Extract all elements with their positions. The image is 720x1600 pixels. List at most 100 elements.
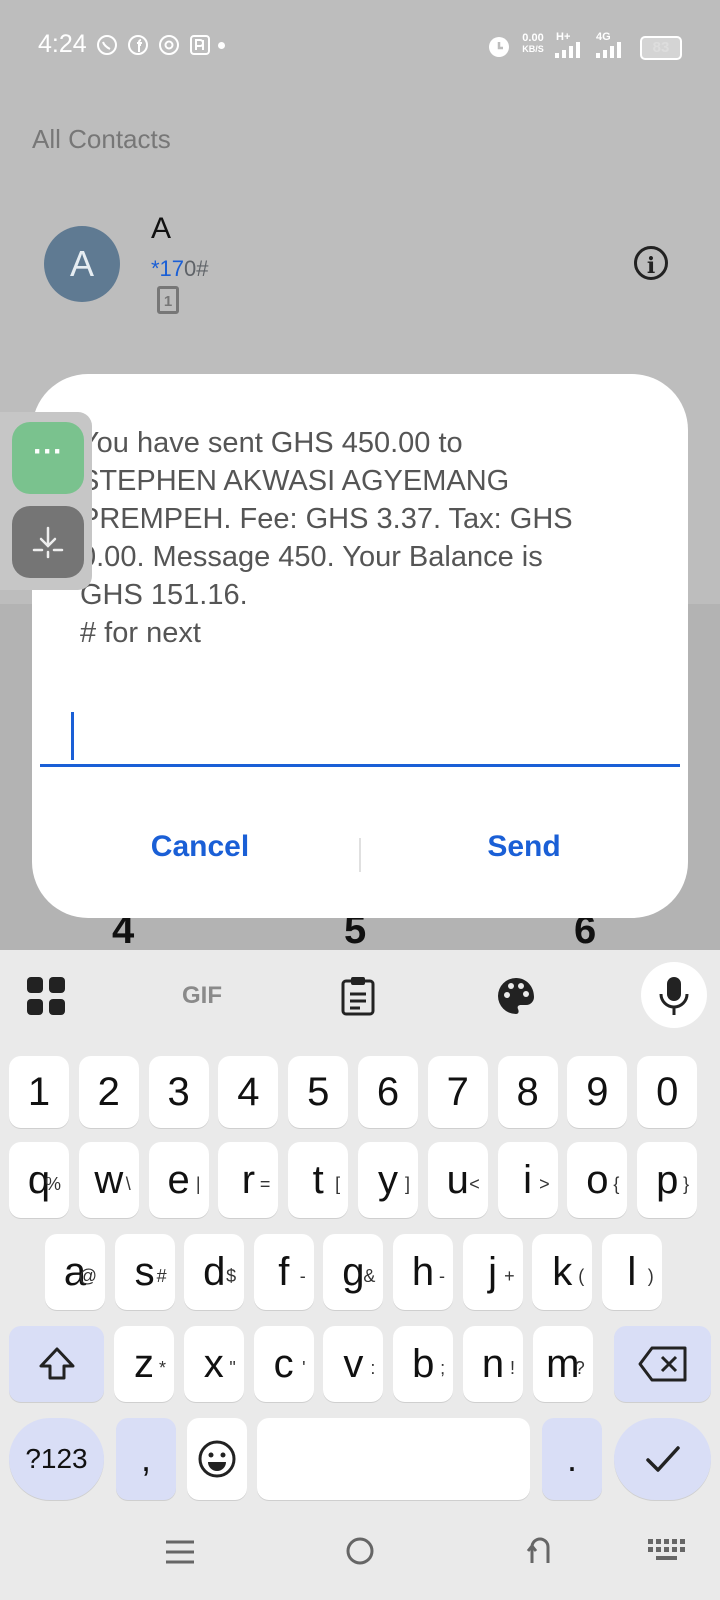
period-key[interactable]: . bbox=[542, 1418, 602, 1500]
key-t-alt-label: [ bbox=[335, 1174, 341, 1194]
key-e[interactable]: e | bbox=[148, 1142, 209, 1218]
key-w-alt-label: \ bbox=[125, 1174, 131, 1194]
enter-key[interactable] bbox=[614, 1418, 711, 1500]
key-f[interactable]: f- bbox=[253, 1234, 314, 1310]
key-i-alt-label: > bbox=[539, 1174, 550, 1194]
key-j-alt-label: + bbox=[504, 1266, 515, 1286]
keyboard-hide-icon[interactable] bbox=[636, 1534, 696, 1576]
contact-number[interactable]: *170# bbox=[151, 256, 209, 282]
apps-grid-icon[interactable] bbox=[26, 968, 66, 1024]
key-w[interactable]: w \ bbox=[78, 1142, 139, 1218]
key-7-label: 7 bbox=[446, 1070, 469, 1114]
home-circle-icon[interactable] bbox=[330, 1534, 390, 1576]
key-r-alt-label: = bbox=[259, 1174, 271, 1194]
key-b[interactable]: b; bbox=[393, 1326, 454, 1402]
ussd-reply-input[interactable] bbox=[40, 700, 684, 766]
key-z-alt-label: * bbox=[158, 1358, 166, 1378]
info-icon[interactable]: i bbox=[634, 246, 668, 280]
key-w-label: w bbox=[94, 1158, 124, 1202]
key-h-label: h bbox=[411, 1250, 435, 1294]
palette-icon[interactable] bbox=[496, 968, 536, 1024]
contact-name[interactable]: A bbox=[151, 212, 171, 246]
key-9[interactable]: 9 bbox=[567, 1056, 628, 1128]
key-t[interactable]: t[ bbox=[288, 1142, 349, 1218]
comma-key[interactable]: , bbox=[116, 1418, 176, 1500]
text-cursor bbox=[71, 712, 74, 760]
key-1[interactable]: 1 bbox=[9, 1056, 69, 1128]
recents-menu-icon[interactable] bbox=[150, 1534, 210, 1576]
key-8[interactable]: 8 bbox=[497, 1056, 558, 1128]
send-button[interactable]: Send bbox=[450, 830, 598, 880]
symbols-key[interactable]: ?123 bbox=[9, 1418, 104, 1500]
key-q[interactable]: q% bbox=[9, 1142, 69, 1218]
signal-icon-1 bbox=[555, 42, 583, 63]
sparkle-download-icon[interactable] bbox=[12, 506, 84, 578]
key-4[interactable]: 4 bbox=[218, 1056, 279, 1128]
key-4-label: 4 bbox=[237, 1070, 260, 1114]
key-5-label: 5 bbox=[307, 1070, 330, 1114]
key-j-label: j bbox=[488, 1250, 498, 1294]
sim-icon: 1 bbox=[157, 286, 179, 314]
key-e-alt-label: | bbox=[195, 1174, 201, 1194]
key-3[interactable]: 3 bbox=[148, 1056, 209, 1128]
contact-avatar[interactable]: A bbox=[44, 226, 120, 302]
key-c-label: c bbox=[273, 1342, 294, 1386]
more-notifications-dot bbox=[218, 42, 225, 49]
key-u-alt-label: < bbox=[469, 1174, 480, 1194]
whatsapp-icon bbox=[95, 33, 119, 63]
microphone-icon[interactable] bbox=[654, 968, 694, 1024]
key-k[interactable]: k( bbox=[532, 1234, 593, 1310]
back-arrow-icon[interactable] bbox=[510, 1534, 570, 1576]
key-i-label: i bbox=[523, 1158, 533, 1202]
key-2-label: 2 bbox=[97, 1070, 120, 1114]
key-a-alt-label: @ bbox=[78, 1266, 97, 1286]
gif-button[interactable]: GIF bbox=[172, 968, 232, 1024]
key-u[interactable]: u < bbox=[427, 1142, 488, 1218]
backspace-key[interactable] bbox=[614, 1326, 711, 1402]
key-c[interactable]: c ' bbox=[253, 1326, 314, 1402]
key-r[interactable]: r = bbox=[218, 1142, 279, 1218]
clipboard-icon[interactable] bbox=[338, 968, 378, 1024]
key-6[interactable]: 6 bbox=[358, 1056, 418, 1128]
battery-indicator: 83 bbox=[640, 36, 682, 60]
key-g[interactable]: g & bbox=[323, 1234, 384, 1310]
key-s[interactable]: s # bbox=[114, 1234, 175, 1310]
signal-icon-2 bbox=[596, 42, 624, 63]
key-p[interactable]: p} bbox=[637, 1142, 698, 1218]
key-i[interactable]: i > bbox=[497, 1142, 558, 1218]
key-o-alt-label: { bbox=[613, 1174, 620, 1194]
key-a[interactable]: a @ bbox=[45, 1234, 105, 1310]
key-j[interactable]: j + bbox=[462, 1234, 523, 1310]
key-y[interactable]: y] bbox=[358, 1142, 418, 1218]
emoji-key[interactable] bbox=[187, 1418, 247, 1500]
key-e-label: e bbox=[167, 1158, 190, 1202]
key-x-alt-label: " bbox=[229, 1358, 236, 1378]
key-z-label: z bbox=[134, 1342, 154, 1386]
input-underline bbox=[40, 764, 680, 767]
key-n[interactable]: n! bbox=[463, 1326, 523, 1402]
key-0[interactable]: 0 bbox=[637, 1056, 698, 1128]
key-m[interactable]: m? bbox=[532, 1326, 593, 1402]
key-d[interactable]: d $ bbox=[184, 1234, 245, 1310]
key-l[interactable]: l) bbox=[601, 1234, 662, 1310]
key-7[interactable]: 7 bbox=[427, 1056, 488, 1128]
key-p-label: p bbox=[656, 1158, 679, 1202]
key-2[interactable]: 2 bbox=[78, 1056, 139, 1128]
key-x[interactable]: x " bbox=[183, 1326, 244, 1402]
key-o[interactable]: o{ bbox=[567, 1142, 628, 1218]
key-y-alt-label: ] bbox=[404, 1174, 410, 1194]
key-d-label: d bbox=[203, 1250, 226, 1294]
cancel-button[interactable]: Cancel bbox=[120, 830, 280, 880]
key-v-label: v bbox=[343, 1342, 364, 1386]
chat-bubble-icon[interactable]: ··· bbox=[12, 422, 84, 494]
shift-key[interactable] bbox=[9, 1326, 104, 1402]
key-5[interactable]: 5 bbox=[288, 1056, 349, 1128]
key-z[interactable]: z * bbox=[114, 1326, 174, 1402]
key-h[interactable]: h- bbox=[393, 1234, 453, 1310]
ussd-message: You have sent GHS 450.00 to STEPHEN AKWA… bbox=[80, 427, 573, 649]
space-key[interactable] bbox=[257, 1418, 530, 1500]
net-speed-indicator: 0.00 KB/S bbox=[518, 33, 548, 55]
key-v[interactable]: v: bbox=[323, 1326, 384, 1402]
key-p-alt-label: } bbox=[683, 1174, 690, 1194]
section-title: All Contacts bbox=[32, 124, 171, 154]
